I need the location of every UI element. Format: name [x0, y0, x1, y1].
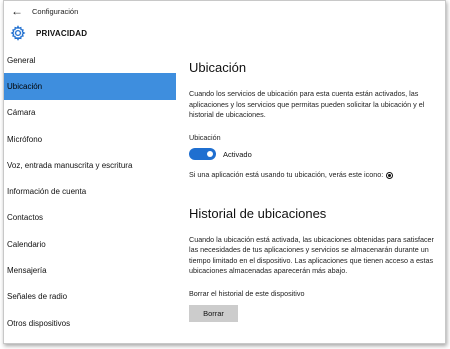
gear-icon — [10, 25, 26, 41]
location-heading: Ubicación — [189, 60, 247, 75]
location-toggle-row: Activado — [189, 148, 444, 160]
sidebar-item-5[interactable]: Información de cuenta — [4, 178, 176, 204]
toggle-knob — [207, 151, 213, 157]
settings-window: ← Configuración PRIVACIDAD General Ubicac… — [3, 0, 446, 344]
sidebar-item-label: Micrófono — [7, 134, 43, 144]
sidebar-item-label: General — [7, 55, 36, 65]
history-description: Cuando la ubicación está activada, las u… — [189, 234, 434, 276]
clear-history-button[interactable]: Borrar — [189, 305, 238, 322]
sidebar-item-10[interactable]: Otros dispositivos — [4, 310, 176, 336]
sidebar-item-label: Señales de radio — [7, 292, 68, 302]
sidebar-item-6[interactable]: Contactos — [4, 205, 176, 231]
sidebar-item-label: Contactos — [7, 213, 44, 223]
sidebar-item-4[interactable]: Voz, entrada manuscrita y escritura — [4, 152, 176, 178]
location-toggle[interactable] — [189, 148, 216, 160]
sidebar-item-0[interactable]: General — [4, 47, 176, 73]
sidebar-item-2[interactable]: Cámara — [4, 100, 176, 126]
back-arrow-icon: ← — [11, 4, 23, 18]
back-button[interactable]: ← — [6, 1, 28, 21]
location-icon-note-row: Si una aplicación está usando tu ubicaci… — [189, 170, 444, 181]
sidebar-item-label: Ubicación — [7, 81, 43, 91]
location-icon-note: Si una aplicación está usando tu ubicaci… — [189, 170, 384, 179]
sidebar-item-label: Cámara — [7, 108, 36, 118]
title-bar: ← Configuración — [4, 1, 445, 21]
sidebar-item-3[interactable]: Micrófono — [4, 126, 176, 152]
history-heading: Historial de ubicaciones — [189, 205, 327, 221]
clear-history-label: Borrar el historial de este dispositivo — [189, 288, 305, 298]
sidebar-item-label: Voz, entrada manuscrita y escritura — [7, 160, 133, 170]
sidebar-item-1[interactable]: Ubicación — [4, 73, 176, 100]
location-toggle-state: Activado — [223, 149, 252, 159]
location-indicator-icon — [386, 171, 394, 179]
sidebar-item-8[interactable]: Mensajería — [4, 257, 176, 283]
sidebar-item-label: Mensajería — [7, 266, 47, 276]
sidebar-item-label: Calendario — [7, 239, 46, 249]
sidebar-item-9[interactable]: Señales de radio — [4, 284, 176, 310]
sidebar-item-7[interactable]: Calendario — [4, 231, 176, 257]
sidebar-item-label: Otros dispositivos — [7, 318, 71, 328]
main-content: Ubicación Cuando los servicios de ubicac… — [189, 56, 444, 322]
sidebar-item-label: Información de cuenta — [7, 187, 87, 197]
section-title: PRIVACIDAD — [36, 28, 88, 38]
sidebar-nav: General Ubicación Cámara Micrófono Voz, entr… — [4, 47, 176, 336]
page-header: PRIVACIDAD — [4, 21, 445, 45]
location-description: Cuando los servicios de ubicación para e… — [189, 89, 425, 119]
location-toggle-title: Ubicación — [189, 132, 221, 142]
window-title: Configuración — [32, 6, 79, 16]
